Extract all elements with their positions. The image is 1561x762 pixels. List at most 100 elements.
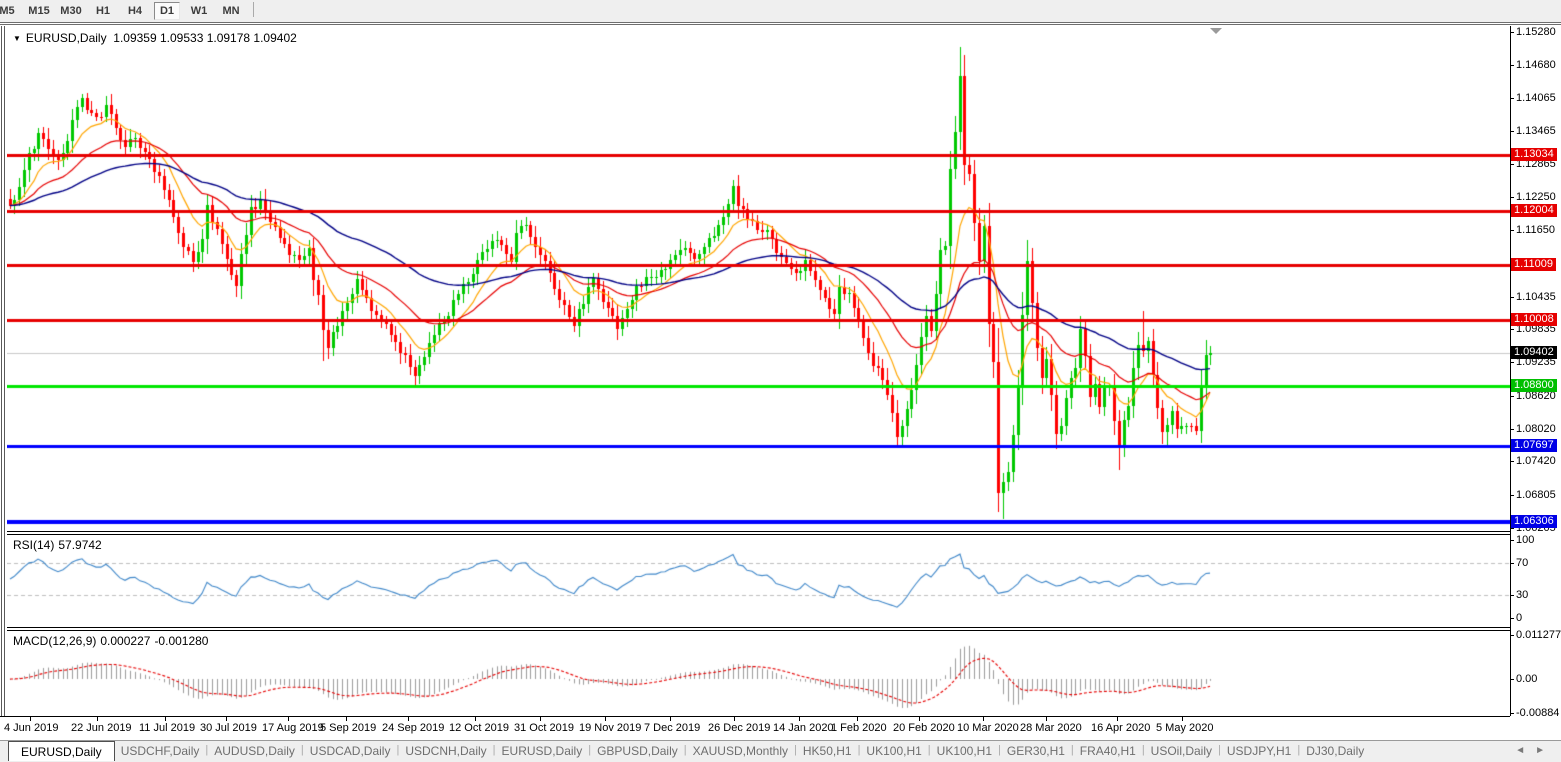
price-level-badge: 1.08800 <box>1511 379 1557 392</box>
trading-terminal-window: M5 M15 M30 H1 H4 D1 W1 MN ▼EURUSD,Daily 1.09359… <box>0 0 1561 762</box>
date-axis-tick <box>30 717 31 721</box>
chart-tab-usdcad-daily[interactable]: USDCAD,Daily <box>304 741 397 758</box>
tabs-scroll-right-icon[interactable]: ► <box>1535 745 1555 756</box>
date-axis-label: 7 Dec 2019 <box>644 722 700 734</box>
chart-tab-dj30-daily[interactable]: DJ30,Daily <box>1300 741 1370 758</box>
chart-tab-eurusd-daily[interactable]: EURUSD,Daily <box>8 741 115 761</box>
chart-tab-usoil-daily[interactable]: USOil,Daily <box>1145 741 1218 758</box>
date-axis-tick <box>605 717 606 721</box>
axis-tick <box>1510 540 1514 541</box>
price-chart-canvas[interactable] <box>7 26 1510 531</box>
date-axis-tick <box>165 717 166 721</box>
macd-value: 0.000227 <box>100 634 150 648</box>
timeframe-button-d1[interactable]: D1 <box>154 2 180 20</box>
date-axis-tick <box>670 717 671 721</box>
timeframe-button-m30[interactable]: M30 <box>58 2 84 20</box>
macd-name: MACD(12,26,9) <box>13 634 96 648</box>
date-axis-tick <box>1117 717 1118 721</box>
window-frame-line <box>0 24 1561 25</box>
date-axis-label: 24 Sep 2019 <box>382 722 444 734</box>
chart-tab-ger30-h1[interactable]: GER30,H1 <box>1001 741 1071 758</box>
timeframe-button-m15[interactable]: M15 <box>26 2 52 20</box>
date-axis-tick <box>799 717 800 721</box>
price-level-badge: 1.10008 <box>1511 313 1557 326</box>
price-level-badge: 1.12004 <box>1511 204 1557 217</box>
rsi-indicator-canvas[interactable] <box>7 535 1510 627</box>
chart-title: ▼EURUSD,Daily 1.09359 1.09533 1.09178 1.… <box>13 31 297 45</box>
window-frame-line <box>1 26 2 716</box>
chart-tab-hk50-h1[interactable]: HK50,H1 <box>797 741 858 758</box>
rsi-axis-label: 100 <box>1516 534 1534 546</box>
panel-divider <box>7 531 1510 532</box>
panel-divider <box>7 630 1510 631</box>
chart-tab-usdjpy-h1[interactable]: USDJPY,H1 <box>1221 741 1297 758</box>
axis-tick <box>1510 429 1514 430</box>
chart-tab-usdcnh-daily[interactable]: USDCNH,Daily <box>399 741 492 758</box>
chart-tab-fra40-h1[interactable]: FRA40,H1 <box>1074 741 1142 758</box>
chart-tab-gbpusd-daily[interactable]: GBPUSD,Daily <box>591 741 684 758</box>
chart-tab-audusd-daily[interactable]: AUDUSD,Daily <box>208 741 301 758</box>
timeframe-button-h4[interactable]: H4 <box>122 2 148 20</box>
axis-tick <box>1510 618 1514 619</box>
chart-tab-xauusd-monthly[interactable]: XAUUSD,Monthly <box>687 741 794 758</box>
macd-signal-value: -0.001280 <box>154 634 208 648</box>
axis-tick <box>1510 713 1514 714</box>
date-axis-tick <box>919 717 920 721</box>
axis-tick <box>1510 297 1514 298</box>
price-axis-label: 1.07420 <box>1516 455 1556 467</box>
rsi-value: 57.9742 <box>58 538 101 552</box>
timeframe-button-w1[interactable]: W1 <box>186 2 212 20</box>
price-level-badge: 1.09402 <box>1511 346 1557 359</box>
date-axis-tick <box>540 717 541 721</box>
axis-tick <box>1510 362 1514 363</box>
chart-shift-marker-icon <box>1210 28 1222 34</box>
chart-tab-eurusd-daily[interactable]: EURUSD,Daily <box>496 741 589 758</box>
window-frame-line <box>4 26 5 716</box>
chart-tab-uk100-h1[interactable]: UK100,H1 <box>860 741 927 758</box>
price-axis-label: 1.14680 <box>1516 59 1556 71</box>
date-axis-label: 14 Jan 2020 <box>773 722 834 734</box>
price-level-badge: 1.11009 <box>1511 258 1556 271</box>
axis-tick <box>1510 65 1514 66</box>
price-level-badge: 1.13034 <box>1511 148 1557 161</box>
macd-indicator-canvas[interactable] <box>7 631 1510 716</box>
date-axis-label: 5 Sep 2019 <box>320 722 376 734</box>
panel-divider <box>7 627 1510 628</box>
date-axis-tick <box>983 717 984 721</box>
date-axis-tick <box>1046 717 1047 721</box>
macd-indicator-label: MACD(12,26,9) 0.000227 -0.001280 <box>13 634 212 648</box>
timeframe-button-h1[interactable]: H1 <box>90 2 116 20</box>
price-axis-label: 1.08020 <box>1516 423 1556 435</box>
axis-tick <box>1510 98 1514 99</box>
price-axis-label: 1.13465 <box>1516 125 1556 137</box>
axis-tick <box>1510 164 1514 165</box>
rsi-name: RSI(14) <box>13 538 54 552</box>
axis-tick <box>1510 230 1514 231</box>
date-axis-label: 5 May 2020 <box>1156 722 1213 734</box>
date-axis-label: 30 Jul 2019 <box>200 722 257 734</box>
date-axis-label: 4 Jun 2019 <box>4 722 58 734</box>
date-axis[interactable]: 4 Jun 201922 Jun 201911 Jul 201930 Jul 2… <box>0 717 1561 740</box>
date-axis-label: 10 Mar 2020 <box>957 722 1019 734</box>
date-axis-label: 26 Dec 2019 <box>708 722 770 734</box>
axis-tick <box>1510 461 1514 462</box>
price-level-badge: 1.07697 <box>1511 439 1557 452</box>
date-axis-label: 1 Feb 2020 <box>831 722 887 734</box>
chart-tab-bar: EURUSD,DailyUSDCHF,Daily|AUDUSD,Daily|US… <box>0 740 1561 762</box>
price-axis-label: 1.10435 <box>1516 291 1556 303</box>
timeframe-button-mn[interactable]: MN <box>218 2 244 20</box>
price-axis-label: 1.15280 <box>1516 26 1556 38</box>
date-axis-tick <box>226 717 227 721</box>
tabs-scroll-left-icon[interactable]: ◄ <box>1515 745 1535 756</box>
price-axis-label: 1.12250 <box>1516 191 1556 203</box>
axis-tick <box>1510 131 1514 132</box>
chart-tab-usdchf-daily[interactable]: USDCHF,Daily <box>115 741 206 758</box>
axis-tick <box>1510 329 1514 330</box>
symbol-dropdown-icon[interactable]: ▼ <box>13 34 21 43</box>
panel-divider <box>7 534 1510 535</box>
price-axis-label: 1.14065 <box>1516 92 1556 104</box>
price-axis-label: 1.06805 <box>1516 489 1556 501</box>
chart-tab-uk100-h1[interactable]: UK100,H1 <box>931 741 998 758</box>
timeframe-button-m5[interactable]: M5 <box>0 2 20 20</box>
macd-axis-label: -0.00884 <box>1516 707 1559 719</box>
